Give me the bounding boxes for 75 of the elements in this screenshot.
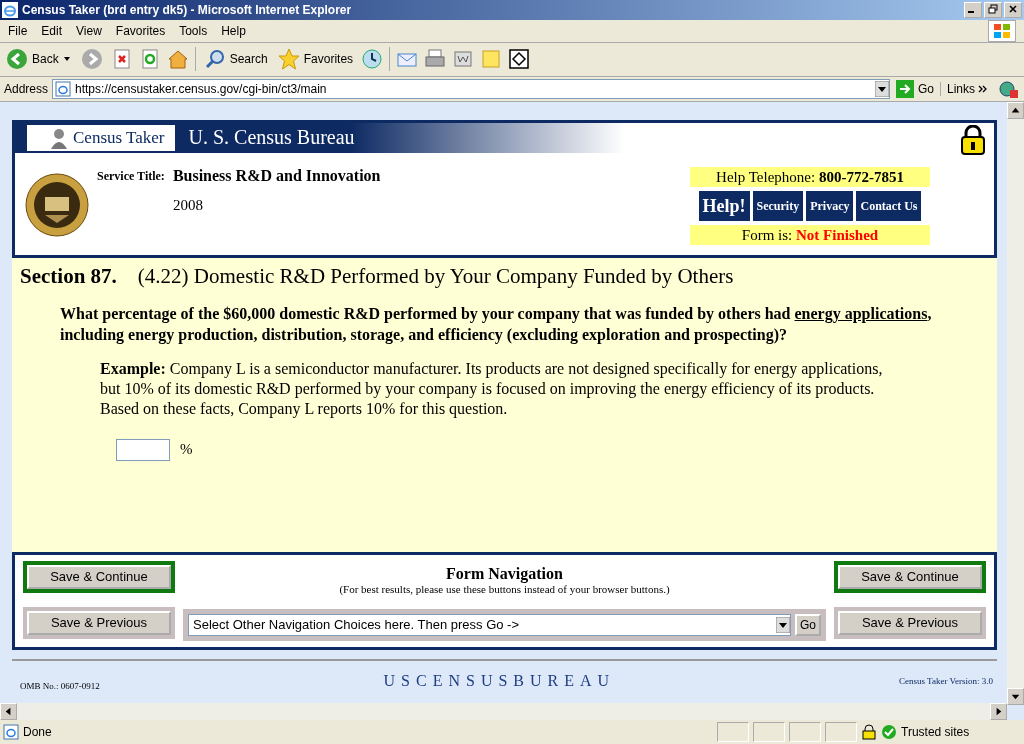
status-panel xyxy=(753,722,785,743)
scroll-down-icon[interactable] xyxy=(1007,687,1024,705)
menu-item[interactable]: View xyxy=(76,23,102,38)
omb-number: OMB No.: 0607-0912 xyxy=(20,680,100,691)
menu-item[interactable]: Help xyxy=(221,23,246,38)
help-link[interactable]: Help! xyxy=(698,190,750,221)
navigation-note: (For best results, please use these buttons instead of your browser buttons.) xyxy=(339,582,670,595)
header-link[interactable]: Security xyxy=(752,190,804,221)
restore-button[interactable] xyxy=(984,1,1002,18)
header-link[interactable]: Contact Us xyxy=(856,190,922,221)
go-button[interactable]: Go xyxy=(795,613,821,636)
window-icon[interactable] xyxy=(508,48,531,71)
status-panel xyxy=(789,722,821,743)
go-button[interactable]: Go xyxy=(893,79,936,98)
agency-name: U. S. Census Bureau xyxy=(188,126,355,150)
status-text: Done xyxy=(23,725,53,740)
search-icon xyxy=(203,48,226,71)
form-navigation-title: Form Navigation xyxy=(446,564,563,583)
app-name: Census Taker xyxy=(27,124,175,151)
menu-item[interactable]: File xyxy=(8,23,28,38)
example-text: Example: Company L is a semiconductor manufacturer. Its products are not designed specifically for energy applications, but 10% of its domestic R&D performed by your company is focused on improving the energy efficiency of its products. Based on these facts, Company L reports 10% for this question. xyxy=(100,358,884,419)
page-icon xyxy=(3,724,19,741)
menu-item[interactable]: Edit xyxy=(41,23,63,38)
close-icon xyxy=(1008,3,1018,14)
save-continue-button[interactable]: Save & Continue xyxy=(838,564,982,589)
form-status: Form is: Not Finished xyxy=(690,224,930,245)
back-button[interactable]: Back xyxy=(4,48,73,71)
department-seal-icon xyxy=(25,172,89,237)
minimize-button[interactable] xyxy=(964,1,982,18)
check-icon xyxy=(881,724,897,741)
scroll-right-icon[interactable] xyxy=(990,703,1007,721)
percentage-input[interactable] xyxy=(116,438,170,461)
address-field[interactable]: https://censustaker.census.gov/cgi-bin/ct3/main xyxy=(52,78,890,99)
figure-icon xyxy=(49,126,69,149)
scroll-left-icon[interactable] xyxy=(0,703,17,721)
percent-unit: % xyxy=(180,441,193,459)
header-link[interactable]: Privacy xyxy=(806,190,854,221)
chevron-icon xyxy=(978,84,988,93)
address-label: Address xyxy=(4,81,49,96)
save-continue-button[interactable]: Save & Continue xyxy=(27,564,171,589)
service-title-label: Service Title: xyxy=(97,168,165,185)
security-zone: Trusted sites xyxy=(901,725,971,740)
restore-icon xyxy=(988,3,998,14)
links-button[interactable]: Links xyxy=(940,81,994,96)
lock-icon xyxy=(861,724,877,741)
census-bureau-logo-text: USCENSUSBUREAU xyxy=(383,671,616,690)
menu-item[interactable]: Favorites xyxy=(115,23,166,38)
favorites-button[interactable]: Favorites xyxy=(275,48,356,71)
section-heading: Section 87. (4.22) Domestic R&D Performed by Your Company Funded by Others xyxy=(20,263,735,289)
minimize-icon xyxy=(968,10,974,13)
browser-icon xyxy=(2,1,18,18)
save-previous-button[interactable]: Save & Previous xyxy=(838,610,982,635)
close-button[interactable] xyxy=(1004,1,1022,18)
navigation-select[interactable]: Select Other Navigation Choices here. Then press Go -> xyxy=(188,613,791,636)
search-button[interactable]: Search xyxy=(201,48,270,71)
page-icon xyxy=(55,80,72,97)
vertical-scrollbar[interactable] xyxy=(1007,101,1024,705)
service-title: Business R&D and Innovation xyxy=(172,166,381,185)
survey-year: 2008 xyxy=(172,196,204,214)
question-text: What percentage of the $60,000 domestic R&D performed by your company that was funded by others had energy applications, including energy production, distribution, storage, and efficiency (excluding exploration and prospecting)? xyxy=(60,303,933,345)
status-panel xyxy=(717,722,749,743)
horizontal-scrollbar[interactable] xyxy=(0,703,1007,721)
dropdown-arrow-icon[interactable] xyxy=(874,80,889,97)
home-icon[interactable] xyxy=(166,48,189,71)
status-panel xyxy=(825,722,857,743)
lock-icon xyxy=(960,124,986,155)
history-icon[interactable] xyxy=(361,48,384,71)
energy-applications-link[interactable]: energy applications xyxy=(794,304,928,322)
dropdown-arrow-icon[interactable] xyxy=(776,616,790,633)
version-text: Census Taker Version: 3.0 xyxy=(898,675,993,686)
star-icon xyxy=(277,48,300,71)
save-previous-button[interactable]: Save & Previous xyxy=(27,610,171,635)
menu-item[interactable]: Tools xyxy=(179,23,208,38)
help-telephone: Help Telephone: 800-772-7851 xyxy=(690,166,930,187)
window-title: Census Taker (brd entry dk5) - Microsoft Internet Explorer xyxy=(22,2,352,17)
